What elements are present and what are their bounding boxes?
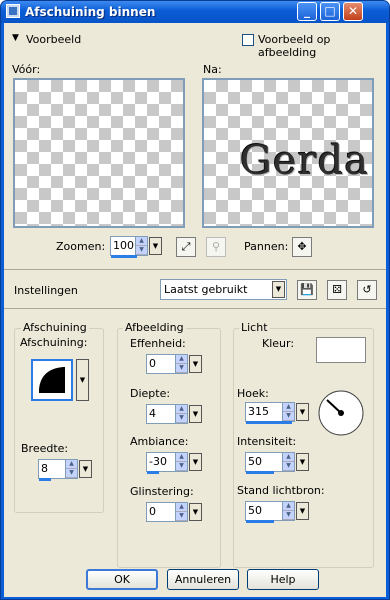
ambience-level-bar <box>147 471 159 474</box>
bevel-group <box>14 328 104 513</box>
elevation-dropdown-button[interactable]: ▼ <box>296 502 309 520</box>
preview-toggle-label[interactable]: Voorbeeld <box>26 33 81 46</box>
angle-dropdown-button[interactable]: ▼ <box>296 403 309 421</box>
preview-text: Gerda <box>240 138 370 184</box>
shininess-spin-arrows[interactable]: ▲ ▼ <box>175 503 187 521</box>
preview-on-image-checkbox[interactable] <box>242 34 254 46</box>
collapse-triangle-icon[interactable]: ▼ <box>12 33 19 43</box>
intensity-value[interactable]: 50 <box>248 455 262 468</box>
intensity-spinner[interactable]: 50 ▲ ▼ <box>245 452 295 474</box>
elevation-spin-arrows[interactable]: ▲ ▼ <box>282 502 294 520</box>
window-title: Afschuining binnen <box>25 5 156 19</box>
light-angle-dial-icon[interactable] <box>317 389 365 437</box>
zoom-spin-arrows[interactable]: ▲ ▼ <box>135 237 147 255</box>
reset-icon[interactable]: ↺ <box>357 280 377 300</box>
pan-move-icon[interactable]: ✥ <box>292 237 312 257</box>
divider <box>4 269 386 270</box>
zoom-magnifier-icon: ⚲ <box>206 237 226 257</box>
depth-spin-arrows[interactable]: ▲ ▼ <box>175 405 187 423</box>
bevel-shape-dropdown[interactable]: ▼ <box>76 359 89 401</box>
angle-spinner[interactable]: 315 ▲ ▼ <box>245 402 295 424</box>
intensity-dropdown-button[interactable]: ▼ <box>296 453 309 471</box>
help-button[interactable]: Help <box>247 569 319 590</box>
smoothness-label: Effenheid: <box>130 337 186 350</box>
ok-button[interactable]: OK <box>86 569 158 590</box>
depth-value[interactable]: 4 <box>149 407 156 420</box>
width-label: Breedte: <box>21 442 69 455</box>
ambience-value[interactable]: -30 <box>149 455 167 468</box>
ambience-label: Ambiance: <box>130 435 189 448</box>
preset-dropdown[interactable]: Laatst gebruikt ▼ <box>160 279 287 300</box>
pan-label: Pannen: <box>244 240 289 253</box>
smoothness-dropdown-button[interactable]: ▼ <box>189 355 202 373</box>
depth-dropdown-button[interactable]: ▼ <box>189 405 202 423</box>
zoom-level-bar <box>111 255 137 258</box>
width-spin-arrows[interactable]: ▲ ▼ <box>65 460 77 478</box>
width-spinner[interactable]: 8 ▲ ▼ <box>38 459 78 481</box>
shininess-label: Glinstering: <box>130 485 194 498</box>
before-preview[interactable] <box>13 78 185 228</box>
dialog-window: Afschuining binnen _ □ ✕ ▼ Voorbeeld Voo… <box>0 0 390 600</box>
zoom-value[interactable]: 100 <box>113 239 134 252</box>
preset-value: Laatst gebruikt <box>164 283 248 296</box>
angle-level-bar <box>246 421 292 424</box>
light-color-label: Kleur: <box>262 337 295 350</box>
intensity-level-bar <box>246 471 274 474</box>
title-bar[interactable]: Afschuining binnen _ □ ✕ <box>1 1 389 23</box>
after-label: Na: <box>203 63 222 76</box>
zoom-dropdown-button[interactable]: ▼ <box>149 237 162 255</box>
shininess-spinner[interactable]: 0 ▲ ▼ <box>146 502 188 522</box>
width-level-bar <box>39 478 51 481</box>
preview-on-image-label: Voorbeeld op afbeelding <box>258 33 331 59</box>
intensity-spin-arrows[interactable]: ▲ ▼ <box>282 453 294 471</box>
after-preview[interactable]: Gerda <box>202 78 374 228</box>
zoom-fit-icon[interactable]: ⤢ <box>176 237 196 257</box>
settings-label: Instellingen <box>14 284 78 297</box>
elevation-level-bar <box>246 520 274 523</box>
app-icon <box>6 4 20 18</box>
angle-label: Hoek: <box>237 387 269 400</box>
shininess-value[interactable]: 0 <box>149 505 156 518</box>
width-dropdown-button[interactable]: ▼ <box>79 460 92 478</box>
cancel-button[interactable]: Annuleren <box>167 569 239 590</box>
light-group-title: Licht <box>239 321 270 334</box>
elevation-label: Stand lichtbron: <box>237 484 325 497</box>
random-dice-icon[interactable]: ⚄ <box>327 280 347 300</box>
ambience-spinner[interactable]: -30 ▲ ▼ <box>146 452 188 474</box>
bevel-shape-label: Afschuining: <box>20 336 88 349</box>
ambience-spin-arrows[interactable]: ▲ ▼ <box>175 453 187 471</box>
zoom-label: Zoomen: <box>56 240 106 253</box>
width-value[interactable]: 8 <box>41 462 48 475</box>
bevel-shape-preview[interactable] <box>31 359 73 401</box>
ambience-dropdown-button[interactable]: ▼ <box>189 453 202 471</box>
minimize-icon[interactable]: _ <box>297 2 317 21</box>
intensity-label: Intensiteit: <box>237 435 297 448</box>
depth-label: Diepte: <box>130 387 171 400</box>
zoom-spinner[interactable]: 100 ▲ ▼ <box>110 236 148 258</box>
maximize-icon[interactable]: □ <box>320 2 340 21</box>
before-label: Vóór: <box>12 63 41 76</box>
shininess-dropdown-button[interactable]: ▼ <box>189 503 202 521</box>
light-color-swatch[interactable] <box>316 337 366 363</box>
dialog-client: ▼ Voorbeeld Voorbeeld op afbeelding Vóór… <box>4 23 386 597</box>
chevron-down-icon[interactable]: ▼ <box>272 281 285 298</box>
smoothness-value[interactable]: 0 <box>149 357 156 370</box>
close-icon[interactable]: ✕ <box>343 2 363 21</box>
divider <box>4 308 386 309</box>
bevel-shape-icon <box>39 367 65 393</box>
angle-value[interactable]: 315 <box>248 405 269 418</box>
elevation-spinner[interactable]: 50 ▲ ▼ <box>245 501 295 523</box>
angle-spin-arrows[interactable]: ▲ ▼ <box>282 403 294 421</box>
smoothness-spinner[interactable]: 0 ▲ ▼ <box>146 354 188 374</box>
save-preset-icon[interactable]: 💾 <box>297 280 317 300</box>
light-group <box>233 328 374 568</box>
elevation-value[interactable]: 50 <box>248 504 262 517</box>
bevel-group-title: Afschuining <box>21 321 89 334</box>
depth-spinner[interactable]: 4 ▲ ▼ <box>146 404 188 424</box>
image-group-title: Afbeelding <box>123 321 186 334</box>
smoothness-spin-arrows[interactable]: ▲ ▼ <box>175 355 187 373</box>
